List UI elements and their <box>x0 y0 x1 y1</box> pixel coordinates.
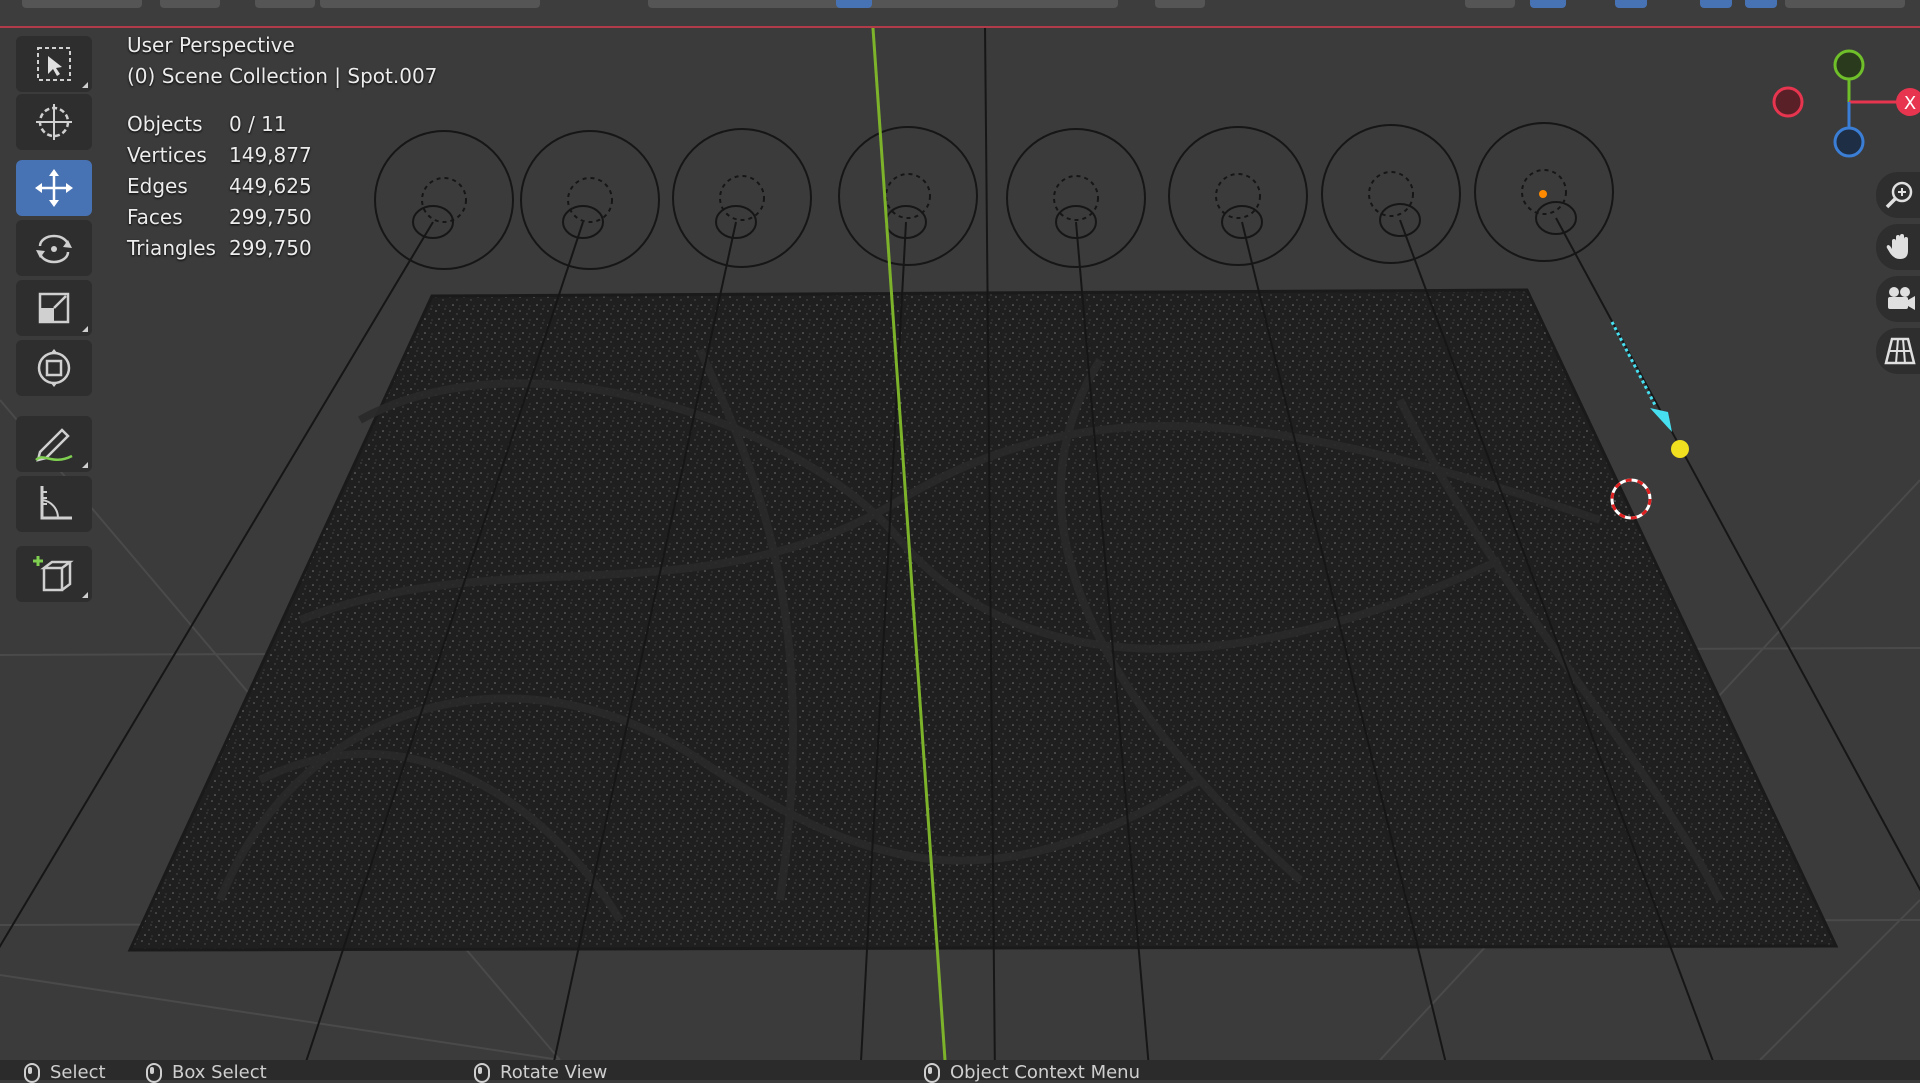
viewport-info: User Perspective (0) Scene Collection | … <box>127 30 437 92</box>
move-tool[interactable] <box>16 160 92 216</box>
header-toggle-active[interactable] <box>1745 0 1777 8</box>
pan-hand-icon <box>1886 234 1908 259</box>
stat-row: Edges 449,625 <box>127 170 312 201</box>
stat-label: Triangles <box>127 235 216 260</box>
header-toggle-active[interactable] <box>1700 0 1732 8</box>
neg-x-axis-handle <box>1772 86 1804 118</box>
camera-icon <box>1888 287 1915 310</box>
measure-tool[interactable] <box>16 476 92 532</box>
header-toggle-active[interactable] <box>836 0 872 8</box>
pencil-icon <box>35 428 73 462</box>
header-toggle-active[interactable] <box>1615 0 1647 8</box>
header-menu[interactable] <box>160 0 220 8</box>
cursor-tool[interactable] <box>16 94 92 150</box>
header-menu[interactable] <box>22 0 142 8</box>
stat-label: Faces <box>127 204 183 229</box>
stat-label: Vertices <box>127 142 207 167</box>
shading-buttons[interactable] <box>1785 0 1905 8</box>
zoom-icon <box>1885 181 1913 209</box>
axis-gizmo: X <box>1772 49 1920 158</box>
stat-row: Vertices 149,877 <box>127 139 312 170</box>
transform-icon <box>37 349 71 387</box>
cursor-icon <box>36 104 72 140</box>
annotate-tool[interactable] <box>16 416 92 472</box>
stat-row: Objects 0 / 11 <box>127 108 312 139</box>
select-box-icon <box>37 47 71 81</box>
transform-tool[interactable] <box>16 340 92 396</box>
scale-icon <box>38 292 70 324</box>
light-direction-handle <box>1650 408 1672 432</box>
add-cube-icon <box>33 556 74 592</box>
stat-row: Triangles 299,750 <box>127 232 312 263</box>
stat-label: Edges <box>127 173 188 198</box>
z-axis-handle <box>1833 126 1865 158</box>
mesh-plane <box>127 288 1839 952</box>
camera-view-button[interactable] <box>1876 276 1920 322</box>
pan-button[interactable] <box>1876 224 1920 270</box>
stat-label: Objects <box>127 111 203 136</box>
grid-perspective-icon <box>1884 337 1916 365</box>
header-menu[interactable] <box>648 0 1118 8</box>
viewport-header <box>0 0 1920 26</box>
stat-value: 149,877 <box>229 142 312 167</box>
stat-value: 449,625 <box>229 173 312 198</box>
header-divider <box>0 26 1920 28</box>
header-menu[interactable] <box>255 0 315 8</box>
zoom-button[interactable] <box>1876 172 1920 218</box>
rotate-tool[interactable] <box>16 220 92 276</box>
stat-value: 299,750 <box>229 204 312 229</box>
status-bar: Select Box Select Rotate View Object Con… <box>0 1060 1920 1083</box>
x-axis-label: X <box>1904 93 1916 114</box>
light-target-handle <box>1671 440 1689 458</box>
selected-light-origin <box>1539 190 1547 198</box>
header-toggle-active[interactable] <box>1530 0 1566 8</box>
move-icon <box>35 169 73 207</box>
scene-statistics: Objects 0 / 11 Vertices 149,877 Edges 449,6… <box>127 108 312 263</box>
y-axis-handle <box>1833 49 1865 81</box>
view-name: User Perspective <box>127 33 295 57</box>
ruler-icon <box>40 486 72 520</box>
perspective-toggle-button[interactable] <box>1876 328 1920 374</box>
header-menu[interactable] <box>1465 0 1515 8</box>
header-menu[interactable] <box>320 0 540 8</box>
stat-value: 0 / 11 <box>229 111 287 136</box>
stat-value: 299,750 <box>229 235 312 260</box>
collection-info: (0) Scene Collection | Spot.007 <box>127 64 438 88</box>
select-box-tool[interactable] <box>16 36 92 92</box>
header-menu[interactable] <box>1155 0 1205 8</box>
navigation-gizmo[interactable]: X <box>1760 40 1920 170</box>
scale-tool[interactable] <box>16 280 92 336</box>
add-cube-tool[interactable] <box>16 546 92 602</box>
rotate-icon <box>36 234 72 264</box>
stat-row: Faces 299,750 <box>127 201 312 232</box>
